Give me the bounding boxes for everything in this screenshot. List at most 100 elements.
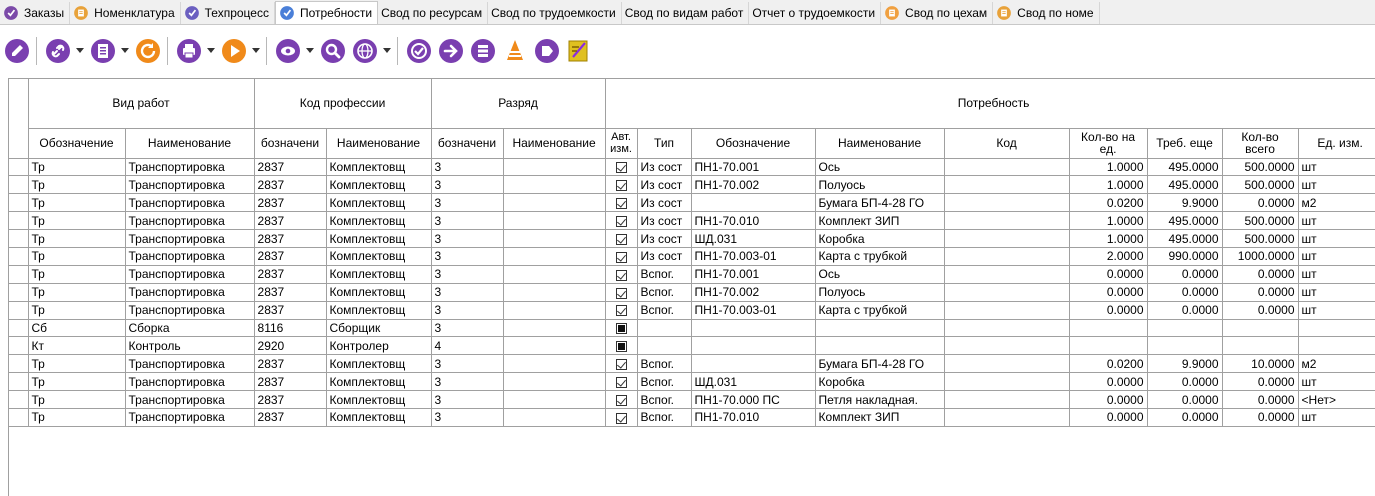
cell-need-more[interactable]: 0.0000 — [1147, 408, 1223, 427]
cell-unit[interactable]: шт — [1298, 175, 1375, 195]
cell-wt-code[interactable]: Тр — [28, 354, 126, 374]
tab-0[interactable]: Заказы — [0, 2, 71, 24]
cell-grade-code[interactable]: 3 — [431, 301, 504, 320]
cell-type[interactable]: Из сост — [637, 193, 692, 213]
cell-code[interactable] — [944, 283, 1070, 302]
cell-name[interactable]: Комплект ЗИП — [815, 211, 945, 231]
cell-need-more[interactable]: 0.0000 — [1147, 390, 1223, 409]
tab-2[interactable]: Техпроцесс — [181, 2, 275, 24]
cell-total[interactable] — [1222, 336, 1299, 356]
table-row[interactable]: Тр Транспортировка 2837 Комплектовщ 3 Из сост… — [9, 158, 1375, 177]
column-header-wt-code[interactable]: Обозначение — [28, 128, 126, 159]
cell-wt-code[interactable]: Тр — [28, 193, 126, 213]
row-header-cell[interactable] — [9, 158, 29, 177]
row-header-cell[interactable] — [9, 211, 29, 231]
cell-grade-code[interactable]: 3 — [431, 319, 504, 338]
cell-grade-code[interactable]: 3 — [431, 193, 504, 213]
cell-code[interactable] — [944, 408, 1070, 427]
cell-name[interactable]: Коробка — [815, 372, 945, 392]
cell-need-more[interactable]: 495.0000 — [1147, 229, 1223, 248]
cell-grade-code[interactable]: 3 — [431, 229, 504, 248]
cell-auto[interactable] — [605, 175, 638, 195]
cell-prof-name[interactable]: Комплектовщ — [326, 175, 432, 195]
cell-wt-code[interactable]: Тр — [28, 175, 126, 195]
row-header-cell[interactable] — [9, 408, 29, 427]
export-button[interactable] — [436, 36, 466, 66]
run-button[interactable] — [219, 36, 249, 66]
tab-3[interactable]: Потребности — [274, 1, 379, 24]
cell-name[interactable]: Карта с трубкой — [815, 247, 945, 266]
cell-per-unit[interactable]: 0.0000 — [1069, 372, 1148, 392]
cell-name[interactable]: Коробка — [815, 229, 945, 248]
cell-auto[interactable] — [605, 319, 638, 338]
cell-grade-name[interactable] — [503, 193, 606, 213]
cell-total[interactable] — [1222, 319, 1299, 338]
cell-name[interactable] — [815, 336, 945, 356]
cell-total[interactable]: 0.0000 — [1222, 301, 1299, 320]
cell-prof-code[interactable]: 2837 — [254, 354, 327, 374]
cell-type[interactable]: Из сост — [637, 229, 692, 248]
cell-name[interactable]: Комплект ЗИП — [815, 408, 945, 427]
cell-wt-code[interactable]: Сб — [28, 319, 126, 338]
cell-grade-name[interactable] — [503, 247, 606, 266]
cell-auto[interactable] — [605, 265, 638, 284]
table-row[interactable]: Тр Транспортировка 2837 Комплектовщ 3 Вспог. П… — [9, 283, 1375, 302]
cell-code[interactable] — [944, 247, 1070, 266]
table-row[interactable]: Тр Транспортировка 2837 Комплектовщ 3 Из сост… — [9, 193, 1375, 213]
column-header-designation[interactable]: Обозначение — [691, 128, 816, 159]
cell-wt-code[interactable]: Тр — [28, 158, 126, 177]
tag-button[interactable] — [532, 36, 562, 66]
auto-change-checkbox[interactable] — [615, 359, 627, 371]
column-header-unit[interactable]: Ед. изм. — [1298, 128, 1375, 159]
cell-wt-code[interactable]: Тр — [28, 372, 126, 392]
cell-des[interactable] — [691, 336, 816, 356]
row-header-cell[interactable] — [9, 283, 29, 302]
cell-auto[interactable] — [605, 372, 638, 392]
web-button[interactable] — [350, 36, 380, 66]
cell-wt-name[interactable]: Транспортировка — [125, 283, 255, 302]
cell-grade-code[interactable]: 3 — [431, 247, 504, 266]
row-header-cell[interactable] — [9, 354, 29, 374]
chevron-down-icon[interactable] — [251, 36, 261, 66]
cell-wt-name[interactable]: Транспортировка — [125, 211, 255, 231]
cell-total[interactable]: 500.0000 — [1222, 175, 1299, 195]
cell-prof-name[interactable]: Комплектовщ — [326, 408, 432, 427]
cell-grade-name[interactable] — [503, 301, 606, 320]
auto-change-checkbox[interactable] — [615, 233, 627, 245]
cell-prof-code[interactable]: 2837 — [254, 265, 327, 284]
cell-wt-name[interactable]: Транспортировка — [125, 193, 255, 213]
table-row[interactable]: Кт Контроль 2920 Контролер 4 — [9, 336, 1375, 356]
cell-prof-code[interactable]: 2837 — [254, 408, 327, 427]
row-header-cell[interactable] — [9, 247, 29, 266]
cell-grade-name[interactable] — [503, 354, 606, 374]
row-header-cell[interactable] — [9, 372, 29, 392]
cell-unit[interactable]: шт — [1298, 247, 1375, 266]
cell-auto[interactable] — [605, 193, 638, 213]
cell-code[interactable] — [944, 372, 1070, 392]
cell-total[interactable]: 0.0000 — [1222, 408, 1299, 427]
cell-type[interactable] — [637, 319, 692, 338]
table-row[interactable]: Тр Транспортировка 2837 Комплектовщ 3 Вспог. П… — [9, 265, 1375, 284]
cell-auto[interactable] — [605, 390, 638, 409]
row-header-cell[interactable] — [9, 390, 29, 409]
row-header-cell[interactable] — [9, 193, 29, 213]
cell-grade-code[interactable]: 3 — [431, 283, 504, 302]
cell-wt-name[interactable]: Транспортировка — [125, 158, 255, 177]
cell-grade-name[interactable] — [503, 265, 606, 284]
table-row[interactable]: Тр Транспортировка 2837 Комплектовщ 3 Вспог. Б… — [9, 354, 1375, 374]
cell-wt-name[interactable]: Транспортировка — [125, 408, 255, 427]
cell-name[interactable]: Карта с трубкой — [815, 301, 945, 320]
cell-auto[interactable] — [605, 354, 638, 374]
cell-unit[interactable]: шт — [1298, 158, 1375, 177]
cell-total[interactable]: 10.0000 — [1222, 354, 1299, 374]
column-header-type[interactable]: Тип — [637, 128, 692, 159]
table-row[interactable]: Тр Транспортировка 2837 Комплектовщ 3 Из сост… — [9, 175, 1375, 195]
chevron-down-icon[interactable] — [75, 36, 85, 66]
auto-change-checkbox[interactable] — [615, 269, 627, 281]
cell-unit[interactable]: шт — [1298, 372, 1375, 392]
cell-prof-name[interactable]: Комплектовщ — [326, 354, 432, 374]
cell-type[interactable]: Из сост — [637, 211, 692, 231]
cell-need-more[interactable]: 9.9000 — [1147, 193, 1223, 213]
needs-grid[interactable]: Вид работ Код профессии Разряд Потребнос… — [8, 78, 1375, 496]
auto-change-checkbox[interactable] — [615, 215, 627, 227]
